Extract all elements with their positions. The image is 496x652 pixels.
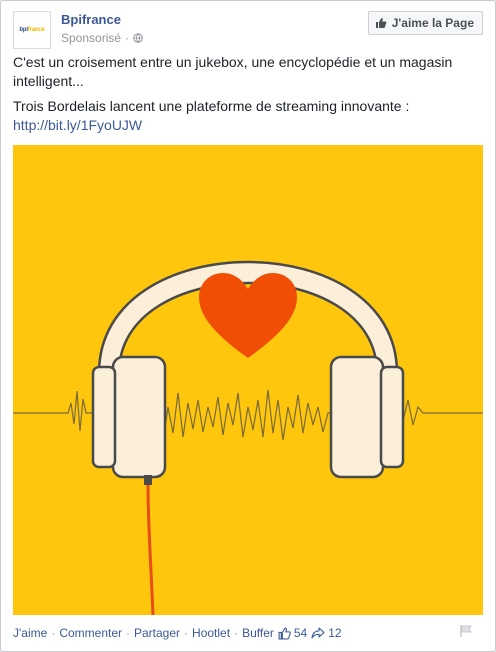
image-background [13,145,483,615]
action-separator: · [126,626,130,640]
post-link[interactable]: http://bit.ly/1FyoUJW [13,117,142,133]
left-earcup [111,355,167,479]
avatar-logo: bpifrance [19,27,44,33]
action-separator: · [234,626,239,640]
post-image[interactable] [13,145,483,616]
avatar[interactable]: bpifrance [13,11,51,49]
action-bar: J'aime · Commenter · Partager · Hootlet … [13,624,483,642]
cable-plug [144,475,152,485]
left-earpad [91,365,117,469]
post-text-line1: C'est un croisement entre un jukebox, un… [13,54,453,89]
action-separator: · [51,626,56,640]
like-page-label: J'aime la Page [391,16,474,30]
right-earpad [379,365,405,469]
hootlet-link[interactable]: Hootlet [192,626,230,640]
subline-separator: · [125,31,130,45]
page-name[interactable]: Bpifrance [61,12,121,27]
post-text-line2-content: Trois Bordelais lancent une plateforme d… [13,98,410,114]
post-text: C'est un croisement entre un jukebox, un… [13,53,483,141]
like-page-button[interactable]: J'aime la Page [367,11,483,35]
share-link[interactable]: Partager [134,626,180,640]
thumbs-up-icon [278,627,291,639]
like-count-value: 54 [293,626,308,640]
thumbs-up-icon [375,18,387,28]
post-header: bpifrance Bpifrance Sponsorisé · J'aime … [13,11,483,51]
comment-link[interactable]: Commenter [59,626,122,640]
like-link[interactable]: J'aime [13,626,47,640]
action-separator: · [184,626,189,640]
post-subline: Sponsorisé · [61,31,143,45]
post-text-line2: Trois Bordelais lancent une plateforme d… [13,97,483,135]
buffer-link[interactable]: Buffer [242,626,274,640]
share-count[interactable]: 12 [311,626,342,640]
share-arrow-icon [311,627,325,639]
globe-icon[interactable] [133,33,143,43]
right-earcup [329,355,385,479]
avatar-logo-prefix: bpi [19,27,28,33]
flag-icon[interactable] [459,624,473,638]
avatar-logo-suffix: france [27,27,45,33]
headphones-illustration [13,145,483,616]
post-card: bpifrance Bpifrance Sponsorisé · J'aime … [0,0,496,652]
like-count[interactable]: 54 [278,626,307,640]
sponsored-label[interactable]: Sponsorisé [61,31,121,45]
share-count-value: 12 [328,626,342,640]
